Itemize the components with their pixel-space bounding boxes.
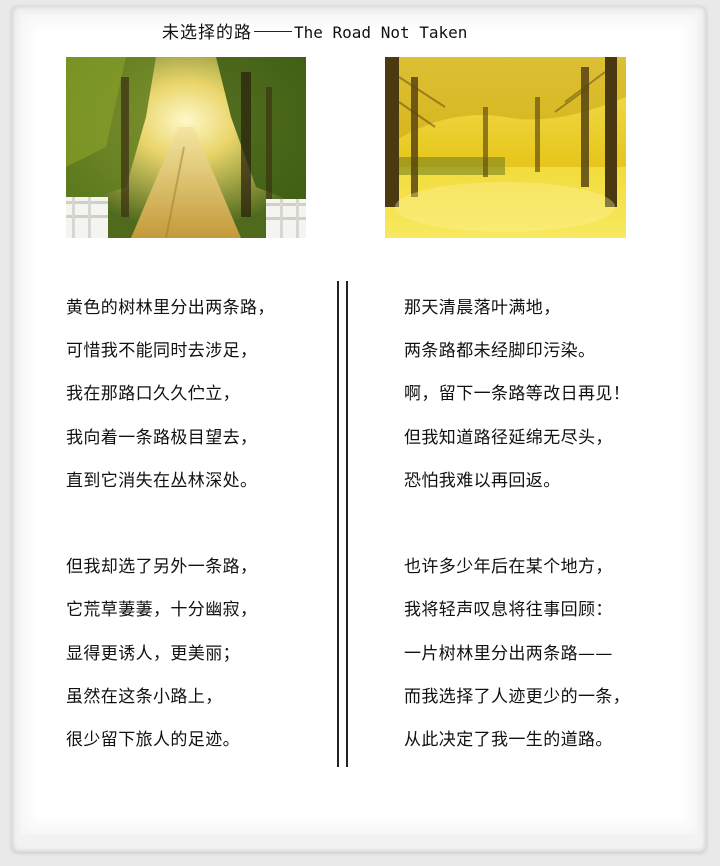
poem-line: 那天清晨落叶满地， <box>404 298 561 318</box>
column-divider <box>337 281 349 767</box>
poem-line: 但我却选了另外一条路， <box>66 557 258 578</box>
poem-line: 从此决定了我一生的道路。 <box>404 729 613 750</box>
poem-line: 一片树林里分出两条路—— <box>404 643 613 664</box>
title-english: The Road Not Taken <box>294 23 468 42</box>
poem-line: 也许多少年后在某个地方， <box>404 557 613 578</box>
poem-line: 恐怕我难以再回返。 <box>404 470 561 491</box>
poem-line: 黄色的树林里分出两条路， <box>66 298 275 318</box>
poem-line: 而我选择了人迹更少的一条， <box>404 686 631 707</box>
poem-line: 我在那路口久久伫立， <box>66 384 240 405</box>
poem-column-right: 那天清晨落叶满地， 两条路都未经脚印污染。 啊，留下一条路等改日再见！ 但我知道… <box>404 296 630 771</box>
poem-line: 可惜我不能同时去涉足， <box>66 341 258 362</box>
poem-line: 我将轻声叹息将往事回顾： <box>404 600 613 621</box>
title-chinese: 未选择的路 <box>162 23 252 43</box>
title-dash <box>254 31 292 32</box>
stanza-gap <box>66 512 275 555</box>
poem-line: 显得更诱人，更美丽； <box>66 643 240 664</box>
poem-column-left: 黄色的树林里分出两条路， 可惜我不能同时去涉足， 我在那路口久久伫立， 我向着一… <box>66 296 275 771</box>
poem-line: 两条路都未经脚印污染。 <box>404 341 596 362</box>
poem-line: 但我知道路径延绵无尽头， <box>404 427 613 448</box>
poem-line: 直到它消失在丛林深处。 <box>66 470 258 491</box>
poem-line: 很少留下旅人的足迹。 <box>66 729 240 750</box>
poem-line: 虽然在这条小路上， <box>66 686 223 707</box>
stanza-gap <box>404 512 630 555</box>
poem-line: 啊，留下一条路等改日再见！ <box>404 384 631 405</box>
golden-ginkgo-path-photo <box>385 57 626 238</box>
poem-line: 我向着一条路极目望去， <box>66 427 258 448</box>
poem-title: 未选择的路 The Road Not Taken <box>162 18 467 43</box>
poem-line: 它荒草萋萋，十分幽寂， <box>66 600 258 621</box>
forest-road-photo <box>66 57 306 238</box>
